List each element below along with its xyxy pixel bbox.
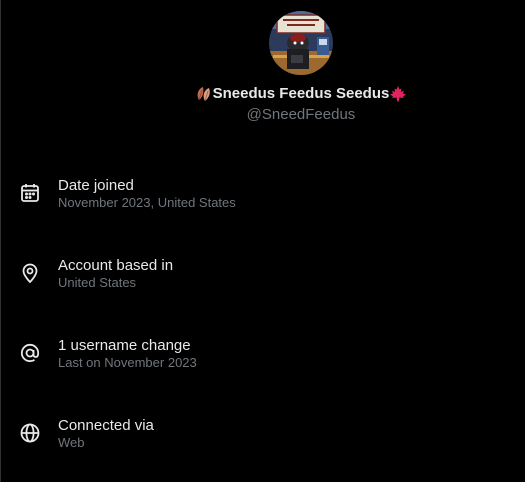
at-sign-icon [19,342,41,364]
about-item-title: Account based in [58,257,174,274]
about-username-changes: 1 username change Last on November 2023 [0,322,525,382]
about-connected-via: Connected via Web [0,402,525,462]
calendar-icon [19,182,41,204]
fallen-leaves-icon [195,85,213,103]
avatar[interactable] [269,11,333,75]
about-account-based-in: Account based in United States [0,242,525,302]
about-item-subtitle: November 2023, United States [58,195,236,210]
about-item-title: Date joined [58,177,134,194]
profile-header: Sneedus Feedus Seedus @SneedFeedus [0,0,525,130]
maple-leaf-icon [389,85,407,103]
display-name: Sneedus Feedus Seedus [212,85,390,102]
about-date-joined: Date joined November 2023, United States [0,162,525,222]
about-item-title: Connected via [58,417,154,434]
about-item-subtitle: Last on November 2023 [58,355,197,370]
display-name-line: Sneedus Feedus Seedus [0,84,525,104]
globe-icon [19,422,41,444]
profile-handle: @SneedFeedus [246,106,356,123]
location-pin-icon [19,262,41,284]
about-item-subtitle: United States [58,275,137,290]
about-item-subtitle: Web [58,435,85,450]
about-item-title: 1 username change [58,337,191,354]
